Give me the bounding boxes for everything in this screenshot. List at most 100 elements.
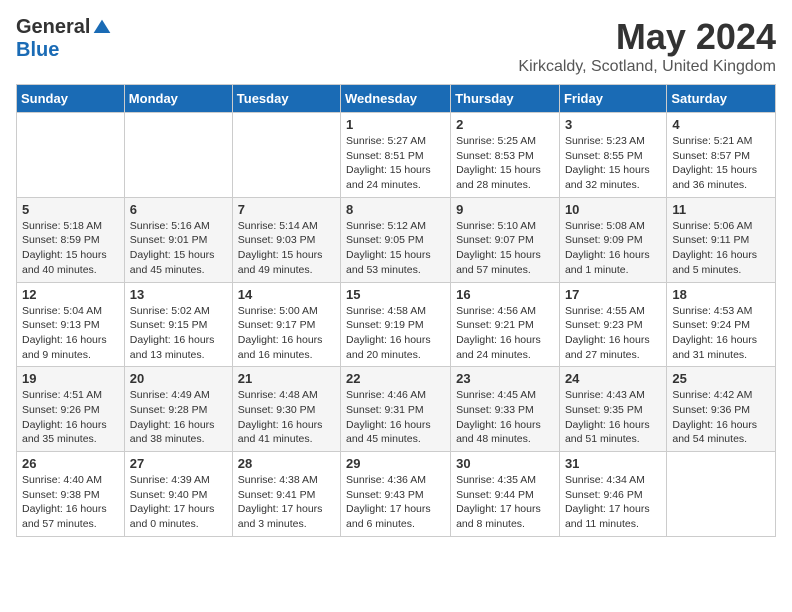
calendar-week-row: 5 Sunrise: 5:18 AMSunset: 8:59 PMDaylight… bbox=[17, 197, 776, 282]
calendar-cell: 4 Sunrise: 5:21 AMSunset: 8:57 PMDaylight… bbox=[667, 113, 776, 198]
day-number: 21 bbox=[238, 371, 335, 386]
day-info: Sunrise: 4:49 AMSunset: 9:28 PMDaylight:… bbox=[130, 388, 227, 447]
calendar-cell: 31 Sunrise: 4:34 AMSunset: 9:46 PMDayligh… bbox=[559, 452, 666, 537]
day-number: 29 bbox=[346, 456, 445, 471]
calendar-week-row: 26 Sunrise: 4:40 AMSunset: 9:38 PMDayligh… bbox=[17, 452, 776, 537]
logo: General Blue bbox=[16, 16, 112, 62]
day-info: Sunrise: 4:40 AMSunset: 9:38 PMDaylight:… bbox=[22, 473, 119, 532]
calendar-cell bbox=[17, 113, 125, 198]
day-number: 23 bbox=[456, 371, 554, 386]
calendar-cell bbox=[124, 113, 232, 198]
day-info: Sunrise: 5:25 AMSunset: 8:53 PMDaylight:… bbox=[456, 134, 554, 193]
calendar-week-row: 1 Sunrise: 5:27 AMSunset: 8:51 PMDaylight… bbox=[17, 113, 776, 198]
calendar-cell: 28 Sunrise: 4:38 AMSunset: 9:41 PMDayligh… bbox=[232, 452, 340, 537]
calendar-cell: 11 Sunrise: 5:06 AMSunset: 9:11 PMDayligh… bbox=[667, 197, 776, 282]
day-number: 19 bbox=[22, 371, 119, 386]
calendar-cell: 17 Sunrise: 4:55 AMSunset: 9:23 PMDayligh… bbox=[559, 282, 666, 367]
day-number: 2 bbox=[456, 117, 554, 132]
day-info: Sunrise: 4:45 AMSunset: 9:33 PMDaylight:… bbox=[456, 388, 554, 447]
calendar-cell: 1 Sunrise: 5:27 AMSunset: 8:51 PMDaylight… bbox=[341, 113, 451, 198]
day-number: 8 bbox=[346, 202, 445, 217]
calendar-cell: 19 Sunrise: 4:51 AMSunset: 9:26 PMDayligh… bbox=[17, 367, 125, 452]
calendar-cell: 3Sunrise: 5:23 AMSunset: 8:55 PMDaylight… bbox=[559, 113, 666, 198]
calendar-cell: 26 Sunrise: 4:40 AMSunset: 9:38 PMDayligh… bbox=[17, 452, 125, 537]
calendar-cell: 29Sunrise: 4:36 AMSunset: 9:43 PMDayligh… bbox=[341, 452, 451, 537]
day-number: 4 bbox=[672, 117, 770, 132]
calendar-week-row: 12 Sunrise: 5:04 AMSunset: 9:13 PMDayligh… bbox=[17, 282, 776, 367]
day-info: Sunrise: 4:53 AMSunset: 9:24 PMDaylight:… bbox=[672, 304, 770, 363]
day-info: Sunrise: 5:10 AMSunset: 9:07 PMDaylight:… bbox=[456, 219, 554, 278]
calendar-cell: 2 Sunrise: 5:25 AMSunset: 8:53 PMDaylight… bbox=[451, 113, 560, 198]
day-number: 26 bbox=[22, 456, 119, 471]
calendar-cell: 15 Sunrise: 4:58 AMSunset: 9:19 PMDayligh… bbox=[341, 282, 451, 367]
calendar-table: Sunday Monday Tuesday Wednesday Thursday… bbox=[16, 84, 776, 537]
day-info: Sunrise: 5:18 AMSunset: 8:59 PMDaylight:… bbox=[22, 219, 119, 278]
day-info: Sunrise: 5:12 AMSunset: 9:05 PMDaylight:… bbox=[346, 219, 445, 278]
calendar-cell: 25Sunrise: 4:42 AMSunset: 9:36 PMDayligh… bbox=[667, 367, 776, 452]
col-sunday: Sunday bbox=[17, 85, 125, 113]
calendar-cell: 24 Sunrise: 4:43 AMSunset: 9:35 PMDayligh… bbox=[559, 367, 666, 452]
logo-general-text: General bbox=[16, 16, 90, 39]
calendar-cell bbox=[667, 452, 776, 537]
day-info: Sunrise: 4:56 AMSunset: 9:21 PMDaylight:… bbox=[456, 304, 554, 363]
day-info: Sunrise: 5:14 AMSunset: 9:03 PMDaylight:… bbox=[238, 219, 335, 278]
page-header: General Blue May 2024 Kirkcaldy, Scotlan… bbox=[16, 16, 776, 76]
day-info: Sunrise: 4:55 AMSunset: 9:23 PMDaylight:… bbox=[565, 304, 661, 363]
day-number: 27 bbox=[130, 456, 227, 471]
day-info: Sunrise: 5:08 AMSunset: 9:09 PMDaylight:… bbox=[565, 219, 661, 278]
day-number: 10 bbox=[565, 202, 661, 217]
col-thursday: Thursday bbox=[451, 85, 560, 113]
logo-blue-text: Blue bbox=[16, 39, 59, 62]
day-number: 7 bbox=[238, 202, 335, 217]
day-info: Sunrise: 5:00 AMSunset: 9:17 PMDaylight:… bbox=[238, 304, 335, 363]
day-number: 16 bbox=[456, 287, 554, 302]
day-info: Sunrise: 4:39 AMSunset: 9:40 PMDaylight:… bbox=[130, 473, 227, 532]
day-info: Sunrise: 4:34 AMSunset: 9:46 PMDaylight:… bbox=[565, 473, 661, 532]
col-saturday: Saturday bbox=[667, 85, 776, 113]
title-block: May 2024 Kirkcaldy, Scotland, United Kin… bbox=[518, 16, 776, 76]
day-number: 30 bbox=[456, 456, 554, 471]
calendar-cell: 23 Sunrise: 4:45 AMSunset: 9:33 PMDayligh… bbox=[451, 367, 560, 452]
day-number: 1 bbox=[346, 117, 445, 132]
day-info: Sunrise: 5:02 AMSunset: 9:15 PMDaylight:… bbox=[130, 304, 227, 363]
day-info: Sunrise: 4:38 AMSunset: 9:41 PMDaylight:… bbox=[238, 473, 335, 532]
day-info: Sunrise: 5:23 AMSunset: 8:55 PMDaylight:… bbox=[565, 134, 661, 193]
calendar-cell: 18 Sunrise: 4:53 AMSunset: 9:24 PMDayligh… bbox=[667, 282, 776, 367]
calendar-cell: 30 Sunrise: 4:35 AMSunset: 9:44 PMDayligh… bbox=[451, 452, 560, 537]
calendar-cell: 21Sunrise: 4:48 AMSunset: 9:30 PMDayligh… bbox=[232, 367, 340, 452]
location-text: Kirkcaldy, Scotland, United Kingdom bbox=[518, 58, 776, 76]
day-number: 18 bbox=[672, 287, 770, 302]
day-number: 17 bbox=[565, 287, 661, 302]
col-wednesday: Wednesday bbox=[341, 85, 451, 113]
calendar-cell: 9Sunrise: 5:10 AMSunset: 9:07 PMDaylight… bbox=[451, 197, 560, 282]
calendar-cell: 12 Sunrise: 5:04 AMSunset: 9:13 PMDayligh… bbox=[17, 282, 125, 367]
col-monday: Monday bbox=[124, 85, 232, 113]
day-info: Sunrise: 5:27 AMSunset: 8:51 PMDaylight:… bbox=[346, 134, 445, 193]
day-number: 25 bbox=[672, 371, 770, 386]
day-info: Sunrise: 4:58 AMSunset: 9:19 PMDaylight:… bbox=[346, 304, 445, 363]
month-title: May 2024 bbox=[518, 16, 776, 58]
calendar-cell: 8 Sunrise: 5:12 AMSunset: 9:05 PMDaylight… bbox=[341, 197, 451, 282]
day-number: 12 bbox=[22, 287, 119, 302]
day-info: Sunrise: 4:35 AMSunset: 9:44 PMDaylight:… bbox=[456, 473, 554, 532]
day-number: 24 bbox=[565, 371, 661, 386]
day-info: Sunrise: 5:06 AMSunset: 9:11 PMDaylight:… bbox=[672, 219, 770, 278]
day-number: 11 bbox=[672, 202, 770, 217]
day-info: Sunrise: 5:21 AMSunset: 8:57 PMDaylight:… bbox=[672, 134, 770, 193]
day-info: Sunrise: 4:51 AMSunset: 9:26 PMDaylight:… bbox=[22, 388, 119, 447]
calendar-cell: 16 Sunrise: 4:56 AMSunset: 9:21 PMDayligh… bbox=[451, 282, 560, 367]
day-info: Sunrise: 4:43 AMSunset: 9:35 PMDaylight:… bbox=[565, 388, 661, 447]
day-number: 14 bbox=[238, 287, 335, 302]
calendar-cell: 14 Sunrise: 5:00 AMSunset: 9:17 PMDayligh… bbox=[232, 282, 340, 367]
calendar-header-row: Sunday Monday Tuesday Wednesday Thursday… bbox=[17, 85, 776, 113]
day-info: Sunrise: 5:04 AMSunset: 9:13 PMDaylight:… bbox=[22, 304, 119, 363]
day-number: 15 bbox=[346, 287, 445, 302]
calendar-cell: 6Sunrise: 5:16 AMSunset: 9:01 PMDaylight… bbox=[124, 197, 232, 282]
day-number: 5 bbox=[22, 202, 119, 217]
calendar-cell: 10 Sunrise: 5:08 AMSunset: 9:09 PMDayligh… bbox=[559, 197, 666, 282]
day-info: Sunrise: 5:16 AMSunset: 9:01 PMDaylight:… bbox=[130, 219, 227, 278]
day-number: 31 bbox=[565, 456, 661, 471]
col-friday: Friday bbox=[559, 85, 666, 113]
calendar-cell: 20Sunrise: 4:49 AMSunset: 9:28 PMDayligh… bbox=[124, 367, 232, 452]
day-number: 28 bbox=[238, 456, 335, 471]
